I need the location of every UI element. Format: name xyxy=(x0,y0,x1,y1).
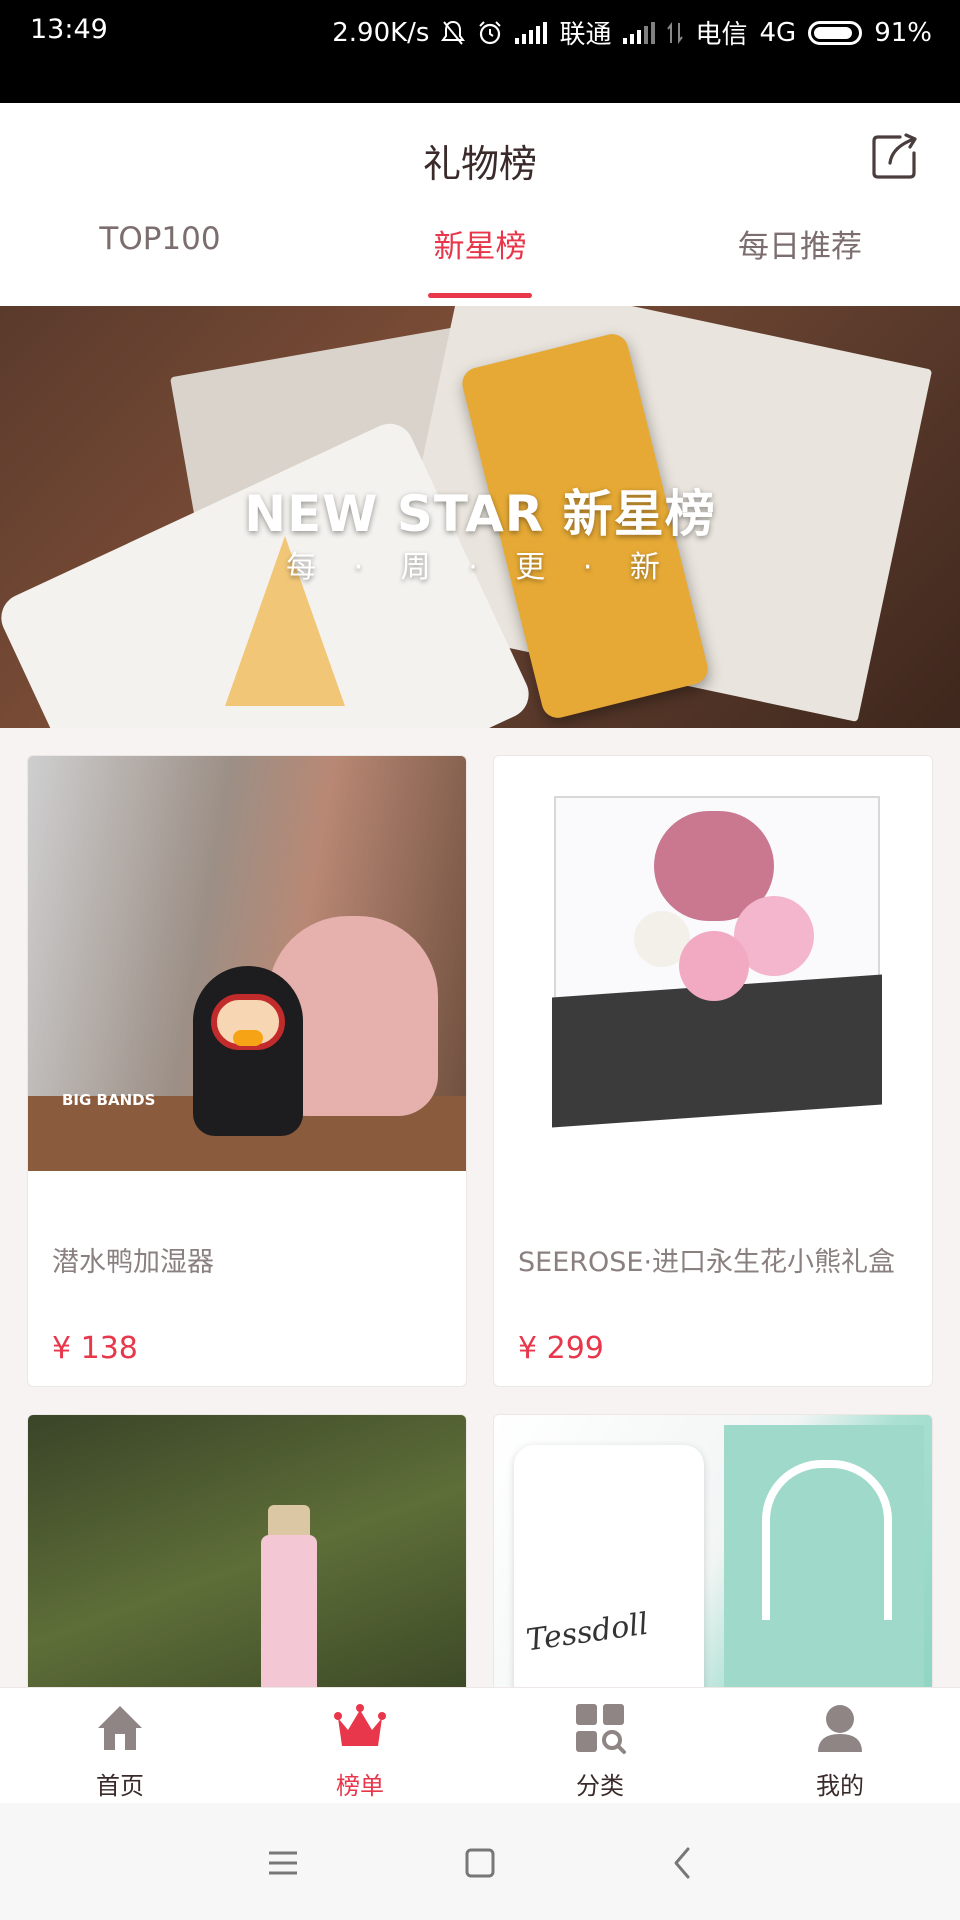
product-image-brand: BIG BANDS xyxy=(62,1091,156,1109)
data-transfer-icon xyxy=(667,21,684,44)
page-title: 礼物榜 xyxy=(422,142,537,186)
nav-label-category: 分类 xyxy=(576,1772,624,1800)
banner-title: NEW STAR 新星榜 xyxy=(244,485,716,543)
duck-humidifier-shape xyxy=(193,966,303,1136)
product-card[interactable]: BIG BANDS 潜水鸭加湿器 ¥ 138 xyxy=(27,755,467,1387)
tab-top100[interactable]: TOP100 xyxy=(0,221,320,257)
product-price: ¥ 299 xyxy=(518,1331,604,1366)
nav-category[interactable]: 分类 xyxy=(480,1688,720,1804)
tab-active-indicator xyxy=(428,293,532,298)
tab-daily-recommend[interactable]: 每日推荐 xyxy=(640,221,960,266)
bottom-nav: 首页 榜单 分类 我的 xyxy=(0,1687,960,1803)
app-root: 13:49 2.90K/s 联通 电信 4G 91% 礼物榜 TOP100 新星… xyxy=(0,0,960,1920)
share-icon[interactable] xyxy=(870,131,920,181)
page-header: 礼物榜 TOP100 新星榜 每日推荐 xyxy=(0,103,960,306)
product-card[interactable]: SEEROSE·进口永生花小熊礼盒 ¥ 299 xyxy=(493,755,933,1387)
status-indicators: 2.90K/s 联通 电信 4G 91% xyxy=(332,14,932,51)
nav-label-profile: 我的 xyxy=(816,1772,864,1800)
battery-percent: 91% xyxy=(874,17,932,48)
home-icon xyxy=(98,1706,142,1750)
product-image: BIG BANDS xyxy=(28,756,466,1171)
status-time: 13:49 xyxy=(30,14,108,45)
gift-bag-handle xyxy=(762,1460,892,1620)
tab-new-star[interactable]: 新星榜 xyxy=(320,221,640,266)
category-search-icon xyxy=(576,1704,626,1754)
new-star-banner[interactable]: NEW STAR 新星榜 每 · 周 · 更 · 新 xyxy=(0,306,960,728)
mute-icon xyxy=(441,20,466,45)
nav-label-home: 首页 xyxy=(96,1772,144,1800)
profile-icon xyxy=(818,1705,862,1752)
system-nav-bar xyxy=(0,1803,960,1920)
signal-icon-2 xyxy=(623,21,656,44)
network-type: 4G xyxy=(759,17,797,48)
gift-tin-shape xyxy=(514,1445,704,1705)
alarm-icon xyxy=(479,20,502,44)
nav-profile[interactable]: 我的 xyxy=(720,1688,960,1804)
menu-icon[interactable] xyxy=(253,1833,313,1893)
signal-icon xyxy=(515,21,548,44)
nav-label-ranking: 榜单 xyxy=(336,1772,384,1800)
crown-icon xyxy=(334,1704,386,1746)
back-icon[interactable] xyxy=(652,1833,712,1893)
banner-subtitle: 每 · 周 · 更 · 新 xyxy=(286,550,674,585)
battery-icon xyxy=(808,20,863,45)
product-image xyxy=(494,756,932,1171)
carrier-2: 电信 xyxy=(695,20,748,50)
product-price: ¥ 138 xyxy=(52,1331,138,1366)
nav-home[interactable]: 首页 xyxy=(0,1688,240,1804)
product-name: SEEROSE·进口永生花小熊礼盒 xyxy=(518,1247,896,1278)
carrier-1: 联通 xyxy=(559,20,612,50)
net-speed: 2.90K/s xyxy=(332,17,430,48)
product-name: 潜水鸭加湿器 xyxy=(52,1247,214,1278)
home-square-icon[interactable] xyxy=(450,1833,510,1893)
tab-bar: TOP100 新星榜 每日推荐 xyxy=(0,221,960,306)
nav-ranking[interactable]: 榜单 xyxy=(240,1688,480,1804)
status-bar: 13:49 2.90K/s 联通 电信 4G 91% xyxy=(0,0,960,103)
